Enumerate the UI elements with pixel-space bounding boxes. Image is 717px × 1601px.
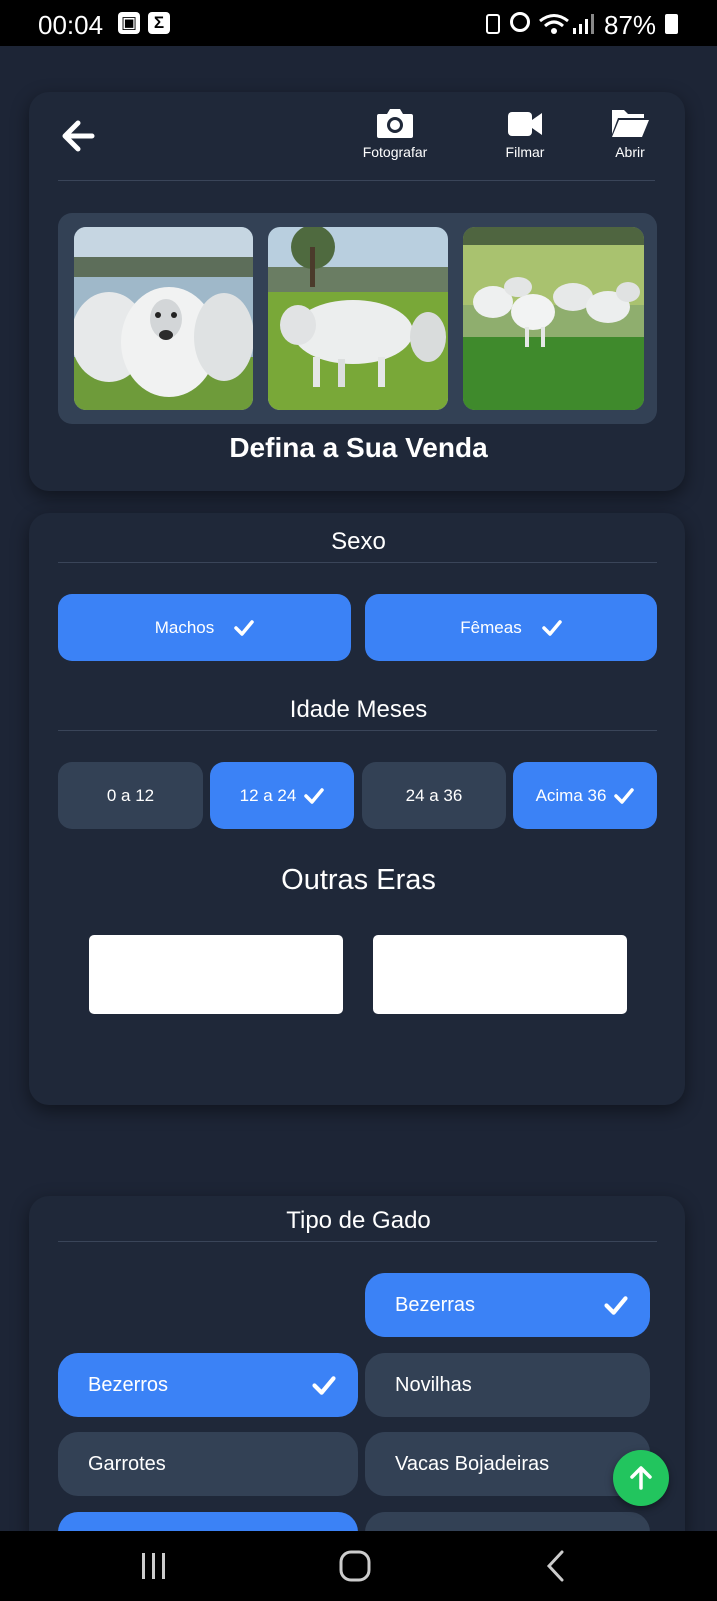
check-icon: [312, 1375, 336, 1395]
idade-24-36-option[interactable]: 24 a 36: [362, 762, 506, 829]
wifi-icon: [539, 14, 569, 34]
idade-acima-36-option[interactable]: Acima 36: [513, 762, 657, 829]
outras-eras-title: Outras Eras: [281, 864, 436, 896]
battery-icon: [665, 14, 678, 34]
vacas-bojadeiras-option[interactable]: Vacas Bojadeiras: [365, 1432, 650, 1496]
app-notification-icon: Σ: [148, 12, 170, 34]
system-nav-bar: [0, 1531, 717, 1601]
bezerras-option[interactable]: Bezerras: [365, 1273, 650, 1337]
alarm-icon: [510, 12, 530, 32]
photograph-label: Fotografar: [362, 144, 428, 160]
idade-0-12-option[interactable]: 0 a 12: [58, 762, 203, 829]
cattle-photo-1[interactable]: [74, 227, 253, 410]
bezerras-label: Bezerras: [395, 1293, 476, 1316]
video-icon: [508, 112, 542, 136]
idade-acima-36-label: Acima 36: [535, 785, 607, 805]
machos-option[interactable]: Machos: [58, 594, 351, 661]
page-title: Defina a Sua Venda: [229, 432, 488, 463]
check-icon: [604, 1295, 628, 1315]
signal-icon: [573, 14, 594, 34]
status-time: 00:04: [38, 10, 104, 40]
film-label: Filmar: [505, 144, 545, 160]
vacas-bojadeiras-label: Vacas Bojadeiras: [395, 1452, 550, 1475]
check-icon: [304, 787, 325, 804]
open-button[interactable]: Abrir: [604, 106, 656, 160]
open-label: Abrir: [615, 144, 645, 160]
arrow-up-icon: [630, 1466, 652, 1490]
folder-open-icon: [612, 110, 649, 137]
gallery-notification-icon: ▣: [118, 12, 140, 34]
cattle-photo-3[interactable]: [463, 227, 644, 410]
toolbar-divider: [58, 180, 655, 181]
status-bar: 00:04 ▣ Σ 87%: [0, 0, 717, 46]
idade-divider: [58, 730, 657, 731]
cattle-photo-2[interactable]: [268, 227, 448, 410]
recent-apps-icon[interactable]: [139, 1551, 169, 1581]
garrotes-label: Garrotes: [88, 1452, 166, 1475]
novilhas-label: Novilhas: [395, 1373, 472, 1396]
photograph-button[interactable]: Fotografar: [352, 106, 438, 160]
idade-12-24-option[interactable]: 12 a 24: [210, 762, 354, 829]
novilhas-option[interactable]: Novilhas: [365, 1353, 650, 1417]
outras-eras-input-1[interactable]: [89, 935, 343, 1014]
femeas-option[interactable]: Fêmeas: [365, 594, 657, 661]
scroll-top-button[interactable]: [613, 1450, 669, 1506]
sexo-title: Sexo: [331, 528, 386, 555]
camera-icon: [377, 109, 413, 138]
film-button[interactable]: Filmar: [492, 106, 558, 160]
back-arrow-icon[interactable]: [58, 116, 98, 156]
tipo-gado-title: Tipo de Gado: [286, 1207, 431, 1234]
idade-24-36-label: 24 a 36: [405, 785, 463, 805]
check-icon: [541, 619, 562, 636]
idade-12-24-label: 12 a 24: [239, 785, 297, 805]
check-icon: [614, 787, 635, 804]
machos-label: Machos: [154, 617, 215, 637]
outras-eras-input-2[interactable]: [373, 935, 627, 1014]
tipo-gado-divider: [58, 1241, 657, 1242]
garrotes-option[interactable]: Garrotes: [58, 1432, 358, 1496]
sexo-divider: [58, 562, 657, 563]
check-icon: [234, 619, 255, 636]
femeas-label: Fêmeas: [460, 617, 522, 637]
home-icon[interactable]: [338, 1549, 372, 1583]
bezerros-label: Bezerros: [88, 1373, 169, 1396]
battery-percentage: 87%: [604, 10, 657, 40]
battery-saver-icon: [486, 14, 500, 34]
bezerros-option[interactable]: Bezerros: [58, 1353, 358, 1417]
idade-0-12-label: 0 a 12: [106, 785, 155, 805]
back-nav-icon[interactable]: [544, 1549, 568, 1583]
idade-title: Idade Meses: [289, 696, 428, 723]
